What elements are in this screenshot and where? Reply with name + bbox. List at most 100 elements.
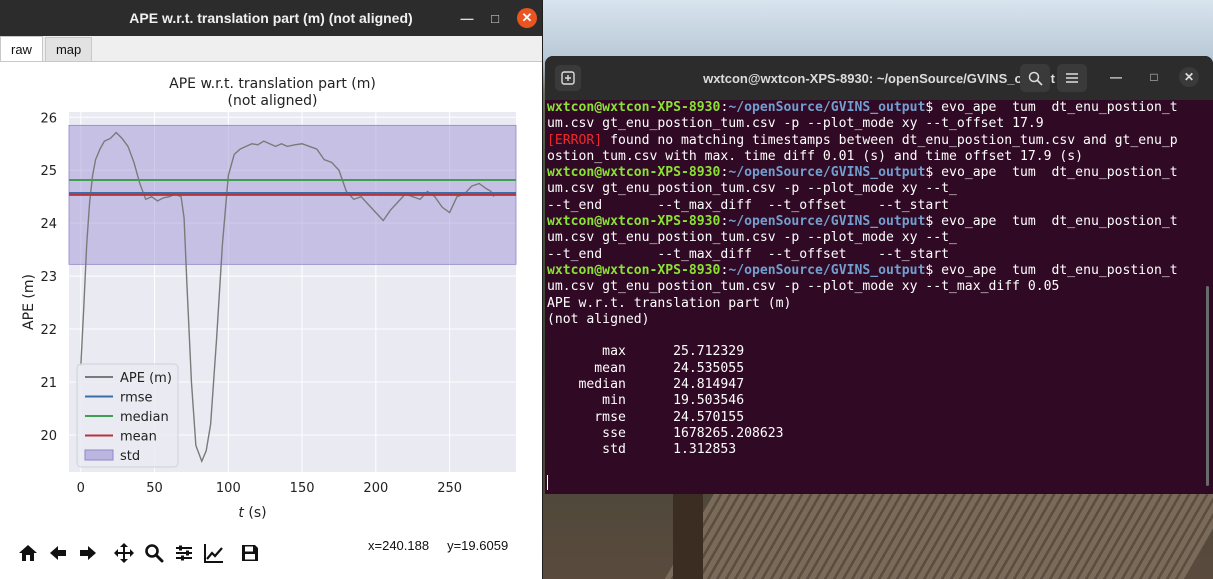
save-button[interactable] (236, 538, 264, 568)
y-tick-label: 20 (40, 429, 57, 444)
subplot-config-icon (176, 545, 192, 561)
terminal-line: median 24.814947 (547, 377, 1197, 393)
cursor-coordinates: x=240.188 y=19.6059 (368, 538, 526, 553)
y-tick-label: 22 (40, 323, 57, 338)
x-tick-label: 150 (290, 481, 315, 496)
legend-label: mean (120, 430, 157, 445)
y-tick-label: 21 (40, 376, 57, 391)
line-text: $ evo_ape tum dt_enu_postion_t (925, 165, 1178, 181)
line-text: ostion_tum.csv with max. time diff 0.01 … (547, 148, 1084, 164)
terminal-line: um.csv gt_enu_postion_tum.csv -p --plot_… (547, 230, 1197, 246)
x-tick-label: 100 (216, 481, 241, 496)
terminal-line: wxtcon@wxtcon-XPS-8930:~/openSource/GVIN… (547, 263, 1197, 279)
legend-label: median (120, 410, 169, 425)
terminal-line: std 1.312853 (547, 442, 1197, 458)
prompt-user: wxtcon@wxtcon-XPS-8930 (547, 214, 721, 230)
home-button[interactable] (14, 538, 42, 568)
y-tick-label: 26 (40, 111, 57, 126)
plot-window-titlebar[interactable]: APE w.r.t. translation part (m) (not ali… (0, 0, 542, 36)
plot-window: APE w.r.t. translation part (m) (not ali… (0, 0, 543, 579)
legend-label: APE (m) (120, 371, 172, 386)
terminal-line: --t_end --t_max_diff --t_offset --t_star… (547, 198, 1197, 214)
subplot-config-button[interactable] (170, 538, 198, 568)
prompt-user: wxtcon@wxtcon-XPS-8930 (547, 100, 721, 115)
prompt-path: ~/openSource/GVINS_output (728, 262, 926, 278)
coord-y: y=19.6059 (447, 538, 509, 553)
axes-edit-icon (204, 544, 223, 563)
y-tick-label: 25 (40, 164, 57, 179)
line-text: um.csv gt_enu_postion_tum.csv -p --plot_… (547, 230, 957, 246)
terminal-line: wxtcon@wxtcon-XPS-8930:~/openSource/GVIN… (547, 165, 1197, 181)
new-tab-button[interactable] (555, 65, 581, 91)
line-text: median 24.814947 (547, 377, 745, 393)
terminal-minimize-button[interactable]: — (1106, 67, 1126, 87)
hamburger-menu-icon (1066, 73, 1078, 83)
chart-subtitle: (not aligned) (228, 93, 318, 109)
terminal-line: wxtcon@wxtcon-XPS-8930:~/openSource/GVIN… (547, 214, 1197, 230)
terminal-search-button[interactable] (1020, 64, 1050, 92)
legend-label: std (120, 449, 140, 464)
line-text: --t_end --t_max_diff --t_offset --t_star… (547, 197, 950, 213)
chart-title: APE w.r.t. translation part (m) (169, 76, 376, 92)
y-tick-label: 23 (40, 270, 57, 285)
x-tick-label: 0 (77, 481, 85, 496)
terminal-line: [ERROR] found no matching timestamps bet… (547, 133, 1197, 149)
terminal-title: wxtcon@wxtcon-XPS-8930: ~/openSource/GVI… (703, 70, 1055, 86)
line-text: found no matching timestamps between dt_… (602, 132, 1178, 148)
tab-raw[interactable]: raw (0, 36, 43, 61)
plot-window-title: APE w.r.t. translation part (m) (not ali… (129, 10, 413, 26)
zoom-button[interactable] (140, 538, 168, 568)
close-button[interactable]: ✕ (517, 8, 537, 28)
line-text: $ evo_ape tum dt_enu_postion_t (925, 214, 1178, 230)
line-text: (not aligned) (547, 311, 650, 327)
y-axis-label: APE (m) (21, 274, 37, 330)
prompt-user: wxtcon@wxtcon-XPS-8930 (547, 165, 721, 181)
terminal-close-button[interactable]: ✕ (1179, 67, 1199, 87)
forward-arrow-icon (80, 546, 96, 560)
maximize-button[interactable]: □ (485, 8, 505, 28)
error-tag: [ERROR] (547, 132, 603, 148)
axes-edit-button[interactable] (200, 538, 228, 568)
terminal-output[interactable]: wxtcon@wxtcon-XPS-8930:~/openSource/GVIN… (547, 100, 1197, 494)
terminal-menu-button[interactable] (1057, 64, 1087, 92)
line-text: um.csv gt_enu_postion_tum.csv -p --plot_… (547, 116, 1044, 132)
ape-chart[interactable]: 0 50 100 150 200 250 20 21 22 23 24 25 26 APE w.r.t. … (0, 62, 542, 532)
terminal-scrollbar[interactable] (1206, 286, 1209, 486)
terminal-line: ostion_tum.csv with max. time diff 0.01 … (547, 149, 1197, 165)
terminal-line: rmse 24.570155 (547, 410, 1197, 426)
line-text: $ evo_ape tum dt_enu_postion_t (925, 100, 1178, 115)
terminal-line: min 19.503546 (547, 393, 1197, 409)
line-text: um.csv gt_enu_postion_tum.csv -p --plot_… (547, 181, 957, 197)
prompt-path: ~/openSource/GVINS_output (728, 100, 926, 115)
line-text: std 1.312853 (547, 442, 737, 458)
line-text: min 19.503546 (547, 393, 745, 409)
plot-area[interactable]: 0 50 100 150 200 250 20 21 22 23 24 25 26 APE w.r.t. … (0, 62, 542, 532)
terminal-titlebar[interactable]: wxtcon@wxtcon-XPS-8930: ~/openSource/GVI… (545, 56, 1213, 100)
save-icon (242, 545, 258, 561)
line-text: --t_end --t_max_diff --t_offset --t_star… (547, 246, 950, 262)
line-text: mean 24.535055 (547, 360, 745, 376)
zoom-icon (145, 544, 164, 563)
legend-label: rmse (120, 391, 153, 406)
forward-button[interactable] (74, 538, 102, 568)
terminal-line: --t_end --t_max_diff --t_offset --t_star… (547, 247, 1197, 263)
tab-map[interactable]: map (44, 37, 93, 61)
terminal-line: (not aligned) (547, 312, 1197, 328)
terminal-maximize-button[interactable]: □ (1144, 67, 1164, 87)
plot-tabs: raw map (0, 36, 542, 62)
pan-button[interactable] (110, 538, 138, 568)
terminal-window: wxtcon@wxtcon-XPS-8930: ~/openSource/GVI… (545, 56, 1213, 494)
prompt-path: ~/openSource/GVINS_output (728, 214, 926, 230)
x-tick-label: 200 (363, 481, 388, 496)
minimize-button[interactable]: — (457, 8, 477, 28)
home-icon (19, 545, 37, 561)
line-text: $ evo_ape tum dt_enu_postion_t (925, 262, 1178, 278)
terminal-line: um.csv gt_enu_postion_tum.csv -p --plot_… (547, 279, 1197, 295)
terminal-line: um.csv gt_enu_postion_tum.csv -p --plot_… (547, 181, 1197, 197)
terminal-line: max 25.712329 (547, 344, 1197, 360)
terminal-line: um.csv gt_enu_postion_tum.csv -p --plot_… (547, 116, 1197, 132)
back-button[interactable] (44, 538, 72, 568)
legend-swatch (84, 449, 114, 461)
